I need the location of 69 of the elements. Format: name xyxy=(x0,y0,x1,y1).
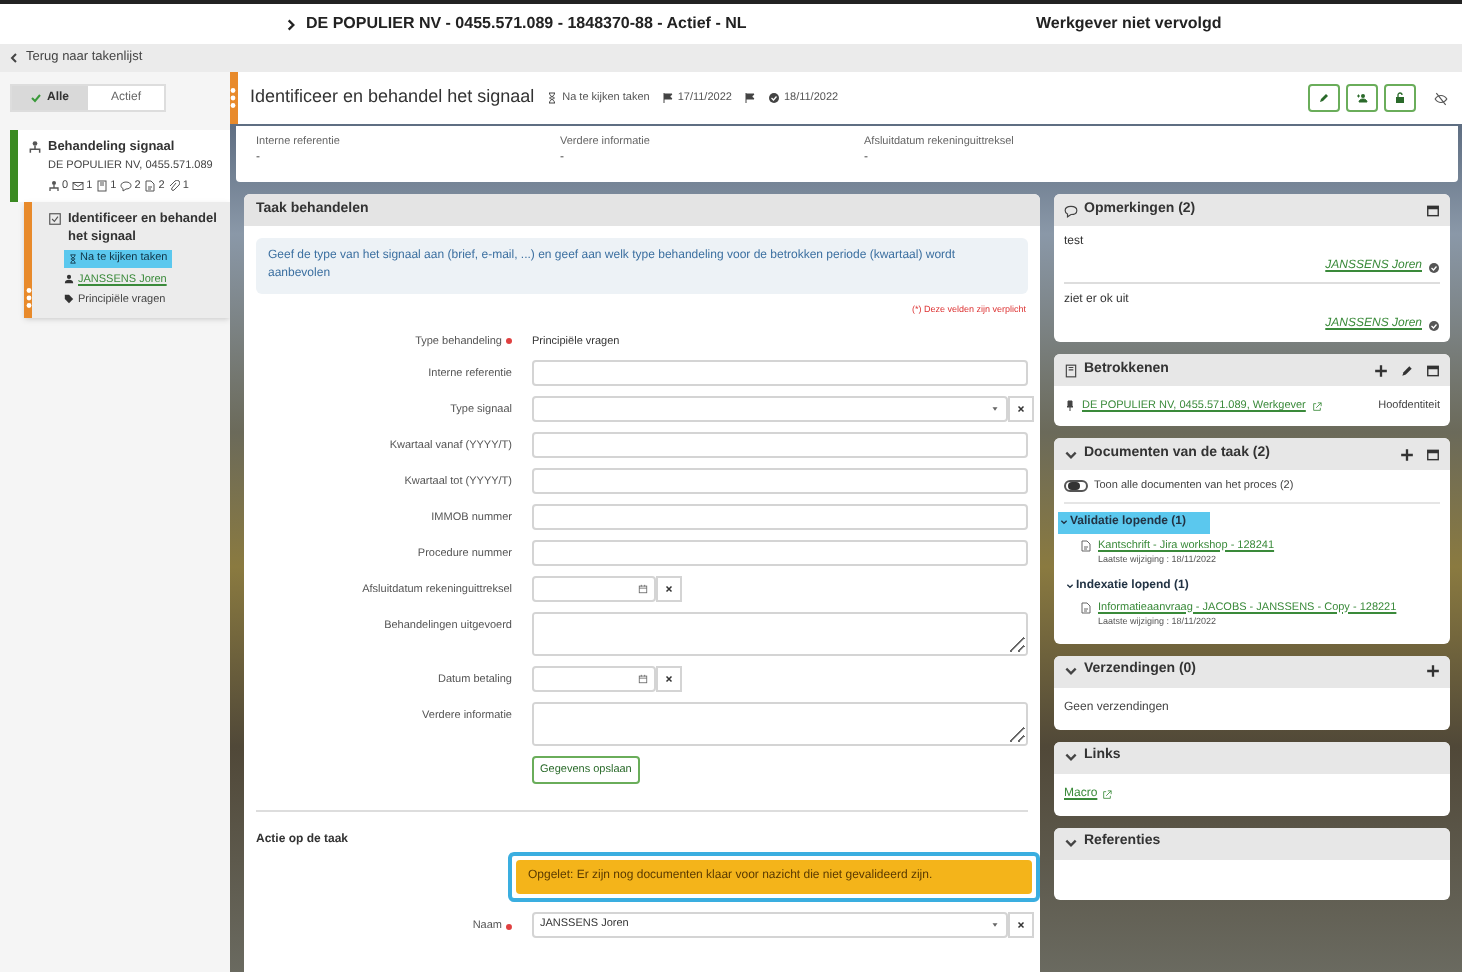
clear-button[interactable] xyxy=(656,576,682,602)
checkbox-icon xyxy=(48,212,62,227)
pin-icon xyxy=(1064,400,1076,413)
chevron-down-icon xyxy=(1064,750,1078,764)
minimize-icon[interactable] xyxy=(1426,447,1440,462)
paperclip-icon xyxy=(168,180,181,193)
caret-icon xyxy=(990,920,1000,930)
flag-icon xyxy=(661,92,674,104)
text-field[interactable] xyxy=(532,504,1028,530)
chevron-down-icon xyxy=(1064,836,1078,850)
close-icon xyxy=(664,674,674,684)
tag-icon xyxy=(64,294,74,305)
toggle-switch[interactable] xyxy=(1064,480,1088,493)
clear-button[interactable] xyxy=(1008,396,1034,422)
clear-button[interactable] xyxy=(656,666,682,692)
close-icon xyxy=(1016,404,1026,414)
hourglass-icon xyxy=(546,92,559,104)
minimize-icon[interactable] xyxy=(1426,203,1440,217)
edit-button[interactable] xyxy=(1308,84,1340,112)
pencil-icon xyxy=(1318,92,1330,104)
chevron-down-icon xyxy=(1060,518,1068,526)
userplus-icon xyxy=(1356,92,1368,104)
minimize-icon[interactable] xyxy=(1426,363,1440,377)
add-icon[interactable] xyxy=(1374,363,1388,377)
calendar-icon xyxy=(638,584,648,594)
assign-button[interactable] xyxy=(1346,84,1378,112)
select-field[interactable] xyxy=(532,396,1008,422)
text-field[interactable] xyxy=(532,540,1028,566)
chevron-down-icon xyxy=(1066,582,1074,590)
hourglass-icon xyxy=(68,253,78,264)
chevron-down-icon xyxy=(1064,447,1078,462)
comment-icon xyxy=(1064,203,1078,217)
edit-icon[interactable] xyxy=(1400,363,1414,377)
external-link-icon xyxy=(1311,401,1322,412)
text-field[interactable] xyxy=(532,360,1028,386)
caret-icon xyxy=(990,404,1000,414)
clear-button[interactable] xyxy=(1008,912,1034,938)
mail-icon xyxy=(72,180,85,193)
calendar-icon xyxy=(638,674,648,684)
close-icon xyxy=(664,584,674,594)
book-icon xyxy=(1064,363,1078,377)
hide-icon[interactable] xyxy=(1434,91,1448,105)
record-status: Werkgever niet vervolgd xyxy=(1036,12,1222,36)
record-title: DE POPULIER NV - 0455.571.089 - 1848370-88 - Actief - NL xyxy=(306,12,747,36)
external-link-icon xyxy=(1101,789,1112,799)
document-icon xyxy=(1080,539,1092,551)
user-icon xyxy=(64,274,74,285)
task-heading: Identificeer en behandel het signaal xyxy=(250,84,535,111)
lock-icon xyxy=(1394,92,1406,104)
check-icon xyxy=(30,92,43,104)
date-field[interactable] xyxy=(532,576,656,602)
drag-handle-icon[interactable] xyxy=(230,86,236,110)
chevron-right-icon xyxy=(284,17,298,31)
document-icon xyxy=(1080,601,1092,613)
add-icon[interactable] xyxy=(1400,447,1414,462)
chevron-left-icon xyxy=(8,52,20,64)
close-icon xyxy=(1016,920,1026,930)
flag-icon xyxy=(743,92,756,104)
text-field[interactable] xyxy=(532,468,1028,494)
chevron-down-icon xyxy=(1064,664,1078,678)
date-field[interactable] xyxy=(532,666,656,692)
drag-handle-icon[interactable] xyxy=(26,286,32,311)
add-icon[interactable] xyxy=(1426,664,1440,678)
comment-icon xyxy=(120,180,133,193)
check-circle-icon xyxy=(767,92,780,104)
document-icon xyxy=(96,180,109,193)
lock-button[interactable] xyxy=(1384,84,1416,112)
file-icon xyxy=(144,180,157,193)
text-field[interactable] xyxy=(532,432,1028,458)
